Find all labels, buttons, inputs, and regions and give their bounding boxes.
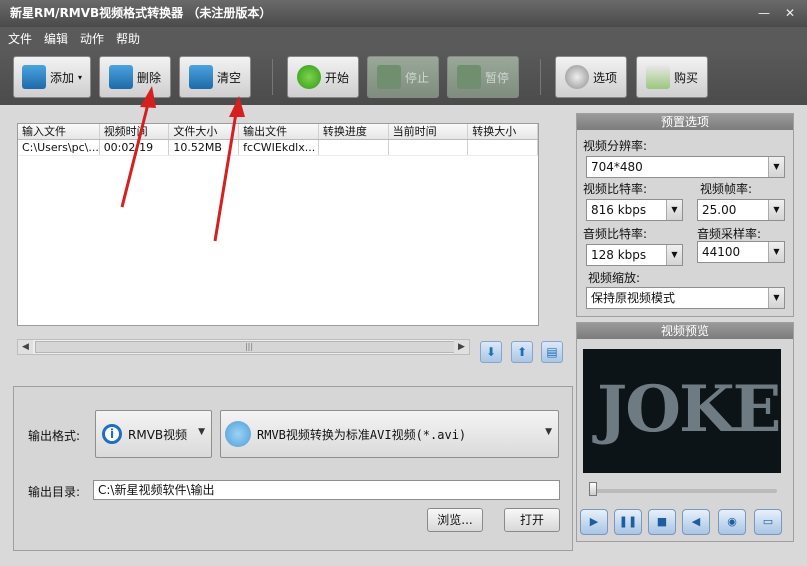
app-window: 新星RM/RMVB视频格式转换器 （未注册版本） — ✕ 文件 编辑 动作 帮助… — [0, 0, 807, 566]
red-arrow-delete — [120, 86, 156, 208]
red-arrow-clear — [213, 96, 245, 242]
annotation-arrows — [120, 86, 245, 242]
